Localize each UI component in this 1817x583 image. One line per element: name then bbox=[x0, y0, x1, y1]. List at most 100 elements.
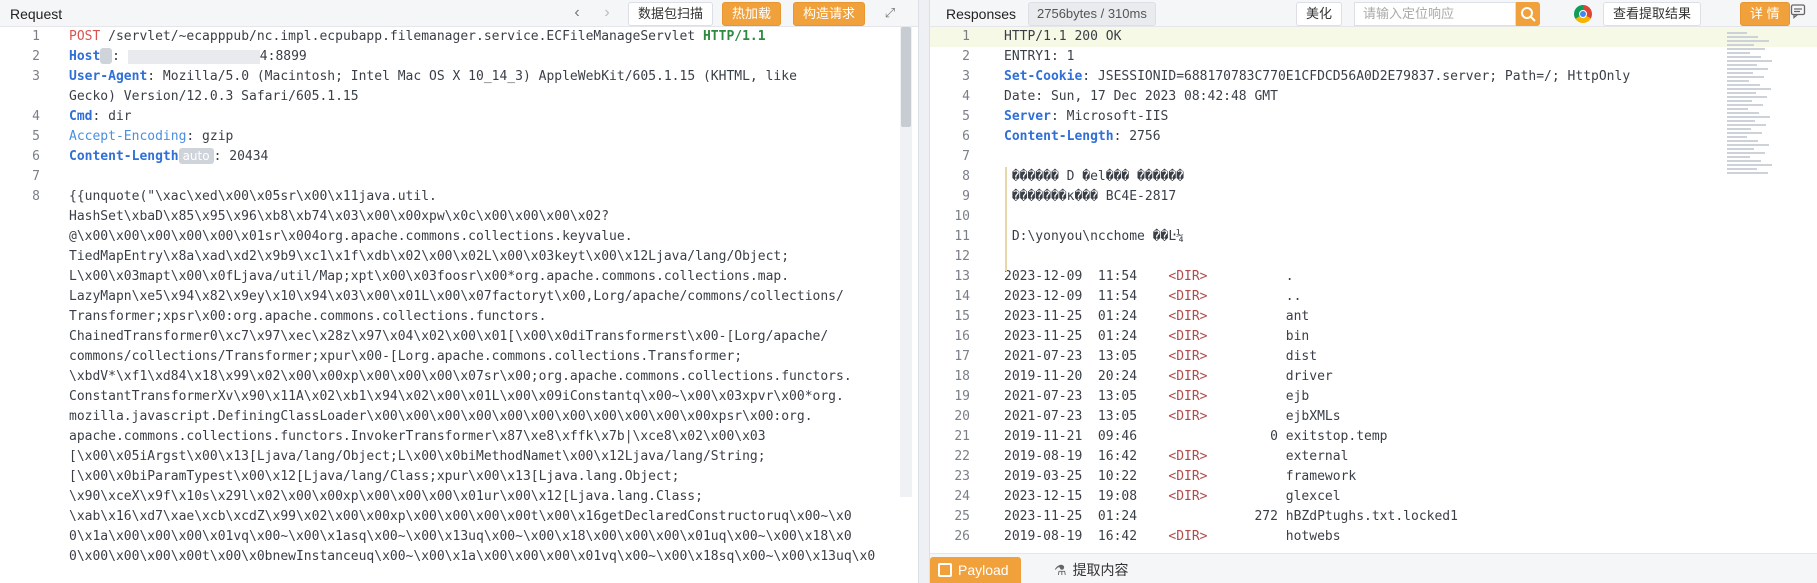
search-button[interactable] bbox=[1516, 2, 1540, 26]
request-line: ChainedTransformer0\xc7\x97\xec\x28z\x97… bbox=[0, 327, 918, 347]
response-line-number: 8 bbox=[962, 169, 970, 184]
response-line-text: ENTRY1: 1 bbox=[1004, 49, 1075, 64]
request-line: HashSet\xbaD\x85\x95\x96\xb8\xb74\x03\x0… bbox=[0, 207, 918, 227]
minimap-line bbox=[1727, 44, 1754, 46]
request-line-text: 0\x00\x00\x00\x00t\x00\x0bnewInstanceuq\… bbox=[69, 549, 876, 564]
request-line-text: mozilla.javascript.DefiningClassLoader\x… bbox=[69, 409, 813, 424]
view-extract-result-button[interactable]: 查看提取结果 bbox=[1603, 2, 1702, 26]
header-chip[interactable]: auto bbox=[178, 148, 214, 164]
response-line-number: 2 bbox=[962, 49, 970, 64]
minimap-line bbox=[1727, 64, 1757, 66]
response-line-number: 12 bbox=[954, 249, 970, 264]
minimap-line bbox=[1727, 128, 1751, 130]
response-line: 11 D:\yonyou\ncchome ��Ŀ¼ bbox=[930, 227, 1817, 247]
minimap-line bbox=[1727, 148, 1754, 150]
response-line-number: 21 bbox=[954, 429, 970, 444]
response-line: 23 2019-03-25 10:22 <DIR> framework bbox=[930, 467, 1817, 487]
response-line-number: 5 bbox=[962, 109, 970, 124]
request-line: 8 {{unquote("\xac\xed\x00\x05sr\x00\x11ja… bbox=[0, 187, 918, 207]
response-line: 25 2023-11-25 01:24 272 hBZdPtughs.txt.lo… bbox=[930, 507, 1817, 527]
packet-scan-button[interactable]: 数据包扫描 bbox=[628, 2, 714, 26]
response-line-number: 9 bbox=[962, 189, 970, 204]
minimap-line bbox=[1727, 112, 1759, 114]
request-line-text: [\x00\x0biParamTypest\x00\x12[Ljava/lang… bbox=[69, 469, 680, 484]
response-editor[interactable]: 1 HTTP/1.1 200 OK 2 ENTRY1: 1 3 Set-Cookie: J… bbox=[930, 27, 1817, 553]
response-line: 9 �������κ��� BC4E-2817 bbox=[930, 187, 1817, 207]
response-line: 8 ������ D �el��� ������ bbox=[930, 167, 1817, 187]
response-line: 5 Server: Microsoft-IIS bbox=[930, 107, 1817, 127]
minimap-line bbox=[1727, 156, 1750, 158]
request-line: [\x00\x05iArgst\x00\x13[Ljava/lang/Objec… bbox=[0, 447, 918, 467]
flask-icon: ⚗ bbox=[1054, 562, 1067, 578]
response-line-number: 20 bbox=[954, 409, 970, 424]
response-line-number: 4 bbox=[962, 89, 970, 104]
response-line: 3 Set-Cookie: JSESSIONID=688170783C770E1C… bbox=[930, 67, 1817, 87]
response-line: 7 bbox=[930, 147, 1817, 167]
request-line-text: \xab\x16\xd7\xae\xcb\xcdZ\x99\x02\x00\x0… bbox=[69, 509, 852, 524]
detail-button[interactable]: 详 情 bbox=[1740, 2, 1790, 26]
request-line: 2 Host : 4:8899 bbox=[0, 47, 918, 67]
request-line-text: LazyMapn\xe5\x94\x82\x9ey\x10\x94\x03\x0… bbox=[69, 289, 844, 304]
request-line: 5 Accept-Encoding: gzip bbox=[0, 127, 918, 147]
response-minimap[interactable] bbox=[1727, 32, 1773, 182]
comment-icon[interactable] bbox=[1790, 3, 1806, 24]
response-size-badge: 2756bytes / 310ms bbox=[1028, 2, 1156, 26]
request-line-number: 4 bbox=[32, 109, 40, 124]
minimap-line bbox=[1727, 132, 1762, 134]
minimap-line bbox=[1727, 76, 1764, 78]
request-line: 3 User-Agent: Mozilla/5.0 (Macintosh; Int… bbox=[0, 67, 918, 87]
minimap-line bbox=[1727, 168, 1757, 170]
response-line-number: 13 bbox=[954, 269, 970, 284]
tab-extract-content[interactable]: ⚗ 提取内容 bbox=[1046, 557, 1141, 583]
request-line-text: Host : 4:8899 bbox=[69, 48, 307, 64]
request-scrollbar-thumb[interactable] bbox=[901, 27, 911, 127]
response-line-number: 24 bbox=[954, 489, 970, 504]
response-body-guide bbox=[1005, 167, 1007, 271]
response-line-text: �������κ��� BC4E-2817 bbox=[1004, 189, 1177, 204]
request-line-number: 3 bbox=[32, 69, 40, 84]
response-line-text: 2019-03-25 10:22 <DIR> framework bbox=[1004, 469, 1357, 484]
response-line-number: 19 bbox=[954, 389, 970, 404]
response-line-text: 2023-11-25 01:24 <DIR> ant bbox=[1004, 309, 1310, 324]
response-line: 4 Date: Sun, 17 Dec 2023 08:42:48 GMT bbox=[930, 87, 1817, 107]
beautify-button[interactable]: 美化 bbox=[1296, 2, 1343, 26]
minimap-line bbox=[1727, 60, 1772, 62]
build-request-button[interactable]: 构造请求 bbox=[793, 2, 866, 26]
response-line: 17 2021-07-23 13:05 <DIR> dist bbox=[930, 347, 1817, 367]
pane-divider[interactable] bbox=[918, 0, 930, 583]
header-chip[interactable] bbox=[100, 48, 113, 64]
request-line-text: HashSet\xbaD\x85\x95\x96\xb8\xb74\x03\x0… bbox=[69, 209, 610, 224]
locate-response-input[interactable]: 请输入定位响应 bbox=[1354, 2, 1516, 26]
response-line-text: 2023-12-09 11:54 <DIR> . bbox=[1004, 269, 1294, 284]
hot-load-button[interactable]: 热加载 bbox=[722, 2, 782, 26]
minimap-line bbox=[1727, 160, 1761, 162]
search-icon bbox=[1521, 7, 1536, 22]
request-line-number: 8 bbox=[32, 189, 40, 204]
response-line: 6 Content-Length: 2756 bbox=[930, 127, 1817, 147]
request-scrollbar[interactable] bbox=[900, 27, 912, 497]
request-editor[interactable]: 1 POST /servlet/~ecapppub/nc.impl.ecpubap… bbox=[0, 27, 918, 583]
request-line: 0\x00\x00\x00\x00t\x00\x0bnewInstanceuq\… bbox=[0, 547, 918, 567]
chevron-left-icon[interactable]: ‹ bbox=[568, 4, 586, 22]
response-line: 18 2019-11-20 20:24 <DIR> driver bbox=[930, 367, 1817, 387]
chevron-right-icon[interactable]: › bbox=[598, 4, 616, 22]
chrome-icon[interactable] bbox=[1574, 5, 1592, 23]
minimap-line bbox=[1727, 124, 1766, 126]
request-line-text: 0\x1a\x00\x00\x00\x01vq\x00~\x00\x1asq\x… bbox=[69, 529, 852, 544]
fullscreen-icon[interactable]: ⤢ bbox=[881, 4, 899, 22]
request-line: @\x00\x00\x00\x00\x00\x01sr\x004org.apac… bbox=[0, 227, 918, 247]
request-line: mozilla.javascript.DefiningClassLoader\x… bbox=[0, 407, 918, 427]
response-line-number: 26 bbox=[954, 529, 970, 544]
response-line: 15 2023-11-25 01:24 <DIR> ant bbox=[930, 307, 1817, 327]
request-line: Gecko) Version/12.0.3 Safari/605.1.15 bbox=[0, 87, 918, 107]
request-line-text: \xbdV*\xf1\xd84\x18\x99\x02\x00\x00xp\x0… bbox=[69, 369, 852, 384]
response-line-number: 1 bbox=[962, 29, 970, 44]
minimap-line bbox=[1727, 92, 1756, 94]
response-line: 22 2019-08-19 16:42 <DIR> external bbox=[930, 447, 1817, 467]
request-line: 4 Cmd: dir bbox=[0, 107, 918, 127]
minimap-line bbox=[1727, 56, 1761, 58]
request-line: 0\x1a\x00\x00\x00\x01vq\x00~\x00\x1asq\x… bbox=[0, 527, 918, 547]
response-line-text: 2021-07-23 13:05 <DIR> ejb bbox=[1004, 389, 1310, 404]
minimap-line bbox=[1727, 116, 1770, 118]
tab-payload[interactable]: Payload bbox=[930, 557, 1021, 583]
